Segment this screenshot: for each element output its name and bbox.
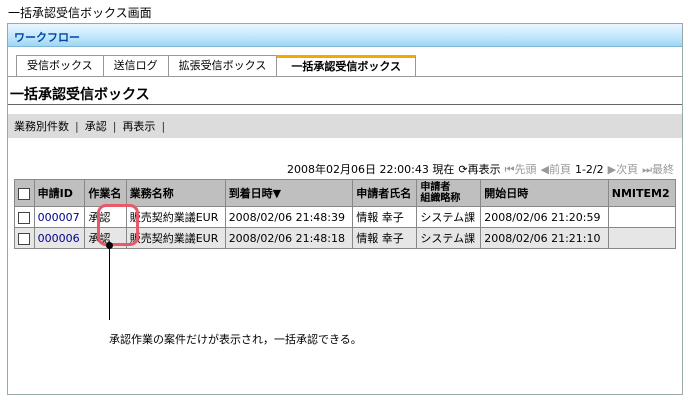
row-checkbox[interactable] bbox=[18, 232, 30, 245]
tab-extended-inbox[interactable]: 拡張受信ボックス bbox=[167, 55, 278, 76]
tab-divider bbox=[8, 76, 682, 77]
select-all-header[interactable] bbox=[14, 179, 35, 207]
next-page-link[interactable]: ▶次頁 bbox=[608, 161, 638, 177]
cell-id: 000006 bbox=[33, 227, 86, 249]
window-title: ワークフロー bbox=[14, 31, 80, 44]
col-header-task[interactable]: 作業名 bbox=[84, 179, 127, 207]
tab-bulk-approval-inbox[interactable]: 一括承認受信ボックス bbox=[276, 55, 417, 76]
request-id-link[interactable]: 000006 bbox=[38, 232, 80, 245]
col-header-business[interactable]: 業務名称 bbox=[125, 179, 226, 207]
first-page-link[interactable]: ⏮先頭 bbox=[505, 161, 537, 177]
next-page-icon: ▶ bbox=[607, 163, 617, 176]
table-header-row: 申請ID 作業名 業務名称 到着日時▼ 申請者氏名 申請者 組織略称 開始日時 N… bbox=[14, 179, 677, 207]
cell-start: 2008/02/06 21:21:10 bbox=[480, 227, 609, 249]
cell-applicant: 情報 幸子 bbox=[352, 206, 418, 228]
first-page-label: 先頭 bbox=[514, 163, 537, 176]
tab-send-log[interactable]: 送信ログ bbox=[102, 55, 169, 76]
refresh-link[interactable]: ⟳再表示 bbox=[458, 161, 500, 177]
row-checkbox[interactable] bbox=[18, 211, 30, 224]
refresh-icon: ⟳ bbox=[458, 163, 468, 176]
page-range: 1-2/2 bbox=[574, 162, 604, 176]
cell-org: システム課 bbox=[416, 206, 482, 228]
approve-button[interactable]: 承認 bbox=[79, 118, 113, 134]
prev-page-link[interactable]: ◀前頁 bbox=[540, 161, 570, 177]
row-select-cell bbox=[14, 206, 35, 228]
col-header-arrival[interactable]: 到着日時▼ bbox=[224, 179, 354, 207]
task-column-highlight bbox=[97, 204, 139, 246]
col-header-org-line2: 組織略称 bbox=[420, 193, 461, 204]
next-page-label: 次頁 bbox=[616, 163, 639, 176]
request-id-link[interactable]: 000007 bbox=[38, 211, 80, 224]
col-header-id[interactable]: 申請ID bbox=[33, 179, 86, 207]
screen-caption: 一括承認受信ボックス画面 bbox=[8, 6, 152, 20]
toolbar-separator: | bbox=[161, 119, 166, 133]
col-header-org-line1: 申請者 bbox=[420, 182, 451, 193]
cell-arrival: 2008/02/06 21:48:39 bbox=[224, 206, 354, 228]
first-page-icon: ⏮ bbox=[504, 163, 515, 176]
cell-business: 販売契約業議EUR bbox=[125, 206, 226, 228]
cell-nmitem2 bbox=[607, 206, 677, 228]
app-frame: ワークフロー 受信ボックス 送信ログ 拡張受信ボックス 一括承認受信ボックス 一… bbox=[7, 23, 683, 395]
tab-bar: 受信ボックス 送信ログ 拡張受信ボックス 一括承認受信ボックス bbox=[16, 55, 417, 77]
status-bar: 2008年02月06日 22:00:43 現在 ⟳再表示 ⏮先頭 ◀前頁 1-2… bbox=[287, 161, 674, 177]
cell-id: 000007 bbox=[33, 206, 86, 228]
refresh-label: 再表示 bbox=[467, 163, 501, 176]
cell-start: 2008/02/06 21:20:59 bbox=[480, 206, 609, 228]
tab-inbox[interactable]: 受信ボックス bbox=[16, 55, 104, 76]
last-page-link[interactable]: ⏭最終 bbox=[642, 161, 674, 177]
prev-page-label: 前頁 bbox=[548, 163, 571, 176]
cell-arrival: 2008/02/06 21:48:18 bbox=[224, 227, 354, 249]
callout-annotation: 承認作業の案件だけが表示され，一括承認できる。 bbox=[109, 333, 362, 346]
last-page-icon: ⏭ bbox=[642, 163, 652, 176]
col-header-nmitem2[interactable]: NMITEM2 bbox=[607, 179, 677, 207]
window-titlebar: ワークフロー bbox=[8, 24, 682, 47]
select-all-checkbox[interactable] bbox=[18, 187, 30, 200]
last-page-label: 最終 bbox=[652, 163, 674, 176]
callout-line bbox=[109, 245, 110, 320]
refresh-button[interactable]: 再表示 bbox=[116, 118, 161, 134]
page-title: 一括承認受信ボックス bbox=[10, 87, 150, 103]
row-select-cell bbox=[14, 227, 35, 249]
cell-business: 販売契約業議EUR bbox=[125, 227, 226, 249]
timestamp: 2008年02月06日 22:00:43 現在 bbox=[286, 163, 455, 176]
col-header-start[interactable]: 開始日時 bbox=[480, 179, 609, 207]
count-by-business-button[interactable]: 業務別件数 bbox=[8, 118, 75, 134]
prev-page-icon: ◀ bbox=[540, 163, 549, 176]
toolbar: 業務別件数 | 承認 | 再表示 | bbox=[8, 114, 682, 138]
title-divider bbox=[8, 104, 682, 105]
col-header-applicant[interactable]: 申請者氏名 bbox=[352, 179, 418, 207]
cell-nmitem2 bbox=[607, 227, 677, 249]
cell-org: システム課 bbox=[416, 227, 482, 249]
col-header-org[interactable]: 申請者 組織略称 bbox=[416, 179, 482, 207]
cell-applicant: 情報 幸子 bbox=[352, 227, 418, 249]
